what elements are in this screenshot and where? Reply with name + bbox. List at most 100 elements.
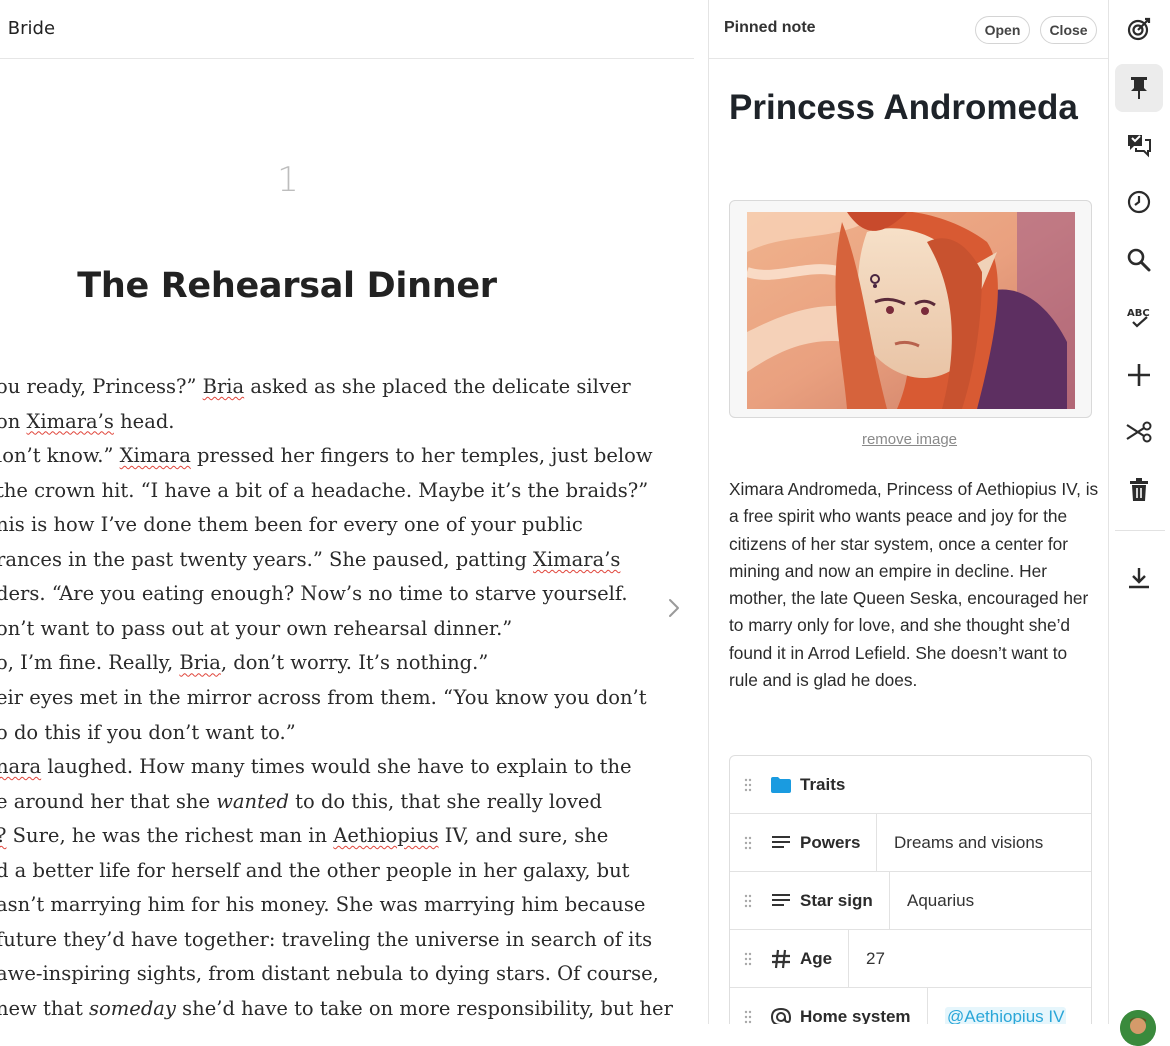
text-run: nis is how I’ve done them been for every… [0,513,583,537]
search-button[interactable] [1115,236,1163,284]
text-run: IV, and sure, she [438,824,609,848]
text-run: lon’t know.” [0,444,120,468]
note-description[interactable]: Ximara Andromeda, Princess of Aethiopius… [729,476,1099,694]
property-row-powers[interactable]: Powers Dreams and visions [730,814,1091,872]
add-button[interactable] [1115,351,1163,399]
pin-icon [1131,77,1147,99]
property-value[interactable]: 27 [866,949,885,969]
body-text-line[interactable]: ders. “Are you eating enough? Now’s no t… [0,577,628,611]
property-row-star-sign[interactable]: Star sign Aquarius [730,872,1091,930]
goals-button[interactable] [1115,5,1163,53]
property-key[interactable]: Powers [800,833,860,853]
text-run: she’d have to take on more responsibilit… [175,996,673,1020]
download-icon [1129,568,1149,589]
text-lines-icon [772,894,790,906]
property-key[interactable]: Home system [800,1007,911,1024]
folder-icon [771,777,791,793]
at-sign-icon [770,1007,792,1024]
export-button[interactable] [1115,554,1163,602]
italic-text: wanted [216,789,289,813]
text-run: new that [0,996,90,1020]
note-name-heading[interactable]: Princess Andromeda [729,82,1089,133]
search-icon [1127,248,1151,272]
spellcheck-button[interactable]: ABC [1115,293,1163,341]
spellcheck-flagged-word: Ximara’s [533,547,621,571]
property-value[interactable]: Aquarius [907,891,974,911]
property-value[interactable]: @Aethiopius IV [945,1007,1067,1024]
text-run: pressed her fingers to her temples, just… [190,444,653,468]
property-key[interactable]: Traits [800,775,845,795]
body-text-line[interactable]: ? Sure, he was the richest man in Aethio… [0,819,608,853]
body-text-line[interactable]: lon’t know.” Ximara pressed her fingers … [0,439,653,473]
delete-button[interactable] [1115,466,1163,514]
character-portrait-image [747,212,1075,409]
remove-image-link[interactable]: remove image [709,431,1108,448]
drag-handle-icon[interactable] [744,836,752,850]
next-chapter-arrow-icon[interactable] [664,596,684,620]
manuscript-editor[interactable]: : Bride 1 The Rehearsal Dinner ou ready,… [0,0,694,1024]
body-text-line[interactable]: awe-inspiring sights, from distant nebul… [0,957,659,991]
note-image-frame[interactable] [729,200,1092,418]
spellcheck-flagged-word: Bria [202,375,245,398]
body-text-line[interactable]: o do this if you don’t want to.” [0,716,296,750]
text-run: on’t want to pass out at your own rehear… [0,616,513,640]
close-note-button[interactable]: Close [1040,16,1097,44]
body-text-line[interactable]: on’t want to pass out at your own rehear… [0,612,512,646]
comments-icon [1128,135,1151,158]
comments-button[interactable] [1115,121,1163,169]
pinned-note-header: Pinned note Open Close [709,0,1108,59]
italic-text: someday [89,996,176,1020]
text-run: asked as she placed the delicate silver [244,375,631,398]
text-run: asn’t marrying him for his money. She wa… [0,893,646,917]
drag-handle-icon[interactable] [744,1010,752,1024]
text-run: ou ready, Princess?” [0,375,203,398]
drag-handle-icon[interactable] [744,778,752,792]
property-value[interactable]: Dreams and visions [894,833,1043,853]
body-text-line[interactable]: ou ready, Princess?” Bria asked as she p… [0,370,631,404]
text-run: laughed. How many times would she have t… [41,755,632,779]
text-lines-icon [772,836,790,848]
note-mention-link[interactable]: @Aethiopius IV [945,1007,1067,1024]
body-text-line[interactable]: the crown hit. “I have a bit of a headac… [0,474,648,508]
body-text-line[interactable]: eir eyes met in the mirror across from t… [0,681,647,715]
body-text-line[interactable]: nara laughed. How many times would she h… [0,750,632,784]
text-run: awe-inspiring sights, from distant nebul… [0,962,659,986]
drag-handle-icon[interactable] [744,952,752,966]
pinned-note-title: Pinned note [724,19,816,36]
property-key[interactable]: Age [800,949,832,969]
user-avatar[interactable] [1120,1010,1156,1046]
body-text-line[interactable]: future they’d have together: traveling t… [0,923,652,957]
property-divider [889,872,890,929]
property-row-age[interactable]: Age 27 [730,930,1091,988]
hash-icon [772,949,790,969]
chapter-title[interactable]: The Rehearsal Dinner [0,266,574,306]
text-run: on [0,409,21,433]
body-text-line[interactable]: o, I’m fine. Really, Bria, don’t worry. … [0,646,488,680]
text-run: o do this if you don’t want to.” [0,720,296,744]
add-icon [1128,364,1150,386]
body-text-line[interactable]: new that someday she’d have to take on m… [0,992,673,1024]
body-text-line[interactable]: on Ximara’s head. [0,405,175,439]
property-row-home-system[interactable]: Home system @Aethiopius IV [730,988,1091,1024]
spellcheck-flagged-word: Ximara’s [26,409,114,433]
text-run: Sure, he was the richest man in [6,824,334,848]
text-run: e around her that she [0,789,217,813]
body-text-line[interactable]: nis is how I’ve done them been for every… [0,508,583,542]
text-run: future they’d have together: traveling t… [0,927,653,951]
scissors-icon [1126,421,1152,443]
text-run: , don’t worry. It’s nothing.” [220,651,489,675]
open-note-button[interactable]: Open [975,16,1030,44]
spellcheck-flagged-word: Ximara [119,444,191,468]
cut-button[interactable] [1115,408,1163,456]
history-button[interactable] [1115,178,1163,226]
body-text-line[interactable]: asn’t marrying him for his money. She wa… [0,888,645,922]
body-text-line[interactable]: e around her that she wanted to do this,… [0,785,602,819]
drag-handle-icon[interactable] [744,894,752,908]
property-key[interactable]: Star sign [800,891,873,911]
text-run: o, I’m fine. Really, [0,651,180,675]
pinned-notes-button[interactable] [1115,64,1163,112]
document-title[interactable]: : Bride [0,18,55,39]
body-text-line[interactable]: rances in the past twenty years.” She pa… [0,543,620,577]
property-row-traits[interactable]: Traits [730,756,1091,814]
body-text-line[interactable]: d a better life for herself and the othe… [0,854,629,888]
